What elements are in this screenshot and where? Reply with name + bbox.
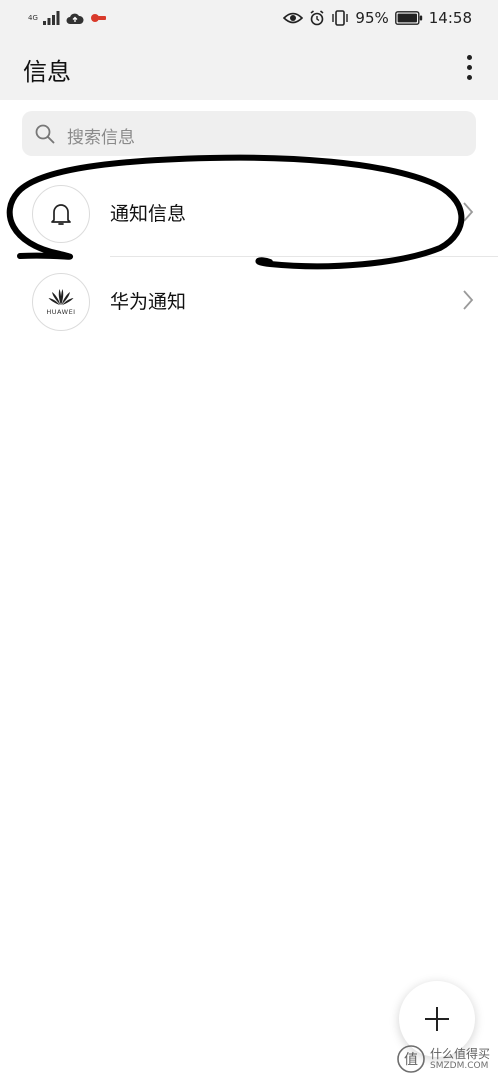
battery-icon bbox=[394, 11, 422, 25]
search-icon bbox=[35, 124, 55, 144]
conversation-title: 通知信息 bbox=[110, 203, 187, 225]
more-dot-icon bbox=[466, 74, 472, 80]
app-header: 信息 bbox=[0, 36, 498, 100]
avatar: HUAWEI bbox=[32, 273, 90, 331]
watermark-text-group: 什么值得买 SMZDM.COM bbox=[430, 1048, 490, 1071]
network-label: 4G bbox=[28, 13, 38, 22]
vibrate-icon bbox=[332, 10, 349, 26]
search-placeholder: 搜索信息 bbox=[67, 128, 135, 148]
signal-strength-icon bbox=[42, 11, 60, 25]
page-title: 信息 bbox=[23, 58, 71, 86]
conversation-title: 华为通知 bbox=[110, 291, 187, 313]
cloud-upload-icon bbox=[66, 13, 84, 24]
smzdm-logo-icon: 值 bbox=[397, 1045, 425, 1073]
app-notification-icon bbox=[90, 14, 106, 22]
status-left-group: 4G bbox=[28, 8, 107, 28]
clock-time: 14:58 bbox=[428, 9, 472, 27]
plus-icon bbox=[425, 1007, 449, 1031]
network-indicator: 4G bbox=[28, 13, 38, 22]
eye-comfort-icon bbox=[283, 12, 304, 24]
watermark-subtext: SMZDM.COM bbox=[430, 1060, 489, 1071]
chevron-right-icon bbox=[463, 202, 474, 222]
battery-percentage: 95% bbox=[355, 9, 389, 27]
watermark-text: 什么值得买 bbox=[430, 1046, 491, 1061]
watermark-logo-char: 值 bbox=[404, 1052, 418, 1068]
more-options-button[interactable] bbox=[458, 50, 480, 84]
status-right-group: 95% 14:58 bbox=[283, 7, 472, 29]
more-dot-icon bbox=[466, 54, 472, 60]
chevron-right-icon bbox=[463, 290, 474, 310]
alarm-clock-icon bbox=[310, 10, 324, 26]
avatar-brand-text: HUAWEI bbox=[46, 308, 76, 316]
bell-icon bbox=[51, 204, 71, 225]
search-input[interactable]: 搜索信息 bbox=[22, 111, 476, 156]
huawei-logo-icon bbox=[48, 289, 74, 306]
watermark: 值 什么值得买 SMZDM.COM bbox=[396, 1040, 498, 1078]
list-item-huawei-notifications[interactable]: HUAWEI 华为通知 bbox=[0, 257, 498, 345]
avatar bbox=[32, 185, 90, 243]
more-dot-icon bbox=[466, 64, 472, 70]
list-item-notification-messages[interactable]: 通知信息 bbox=[0, 169, 498, 257]
status-bar: 4G 95% 14:58 bbox=[0, 0, 498, 36]
